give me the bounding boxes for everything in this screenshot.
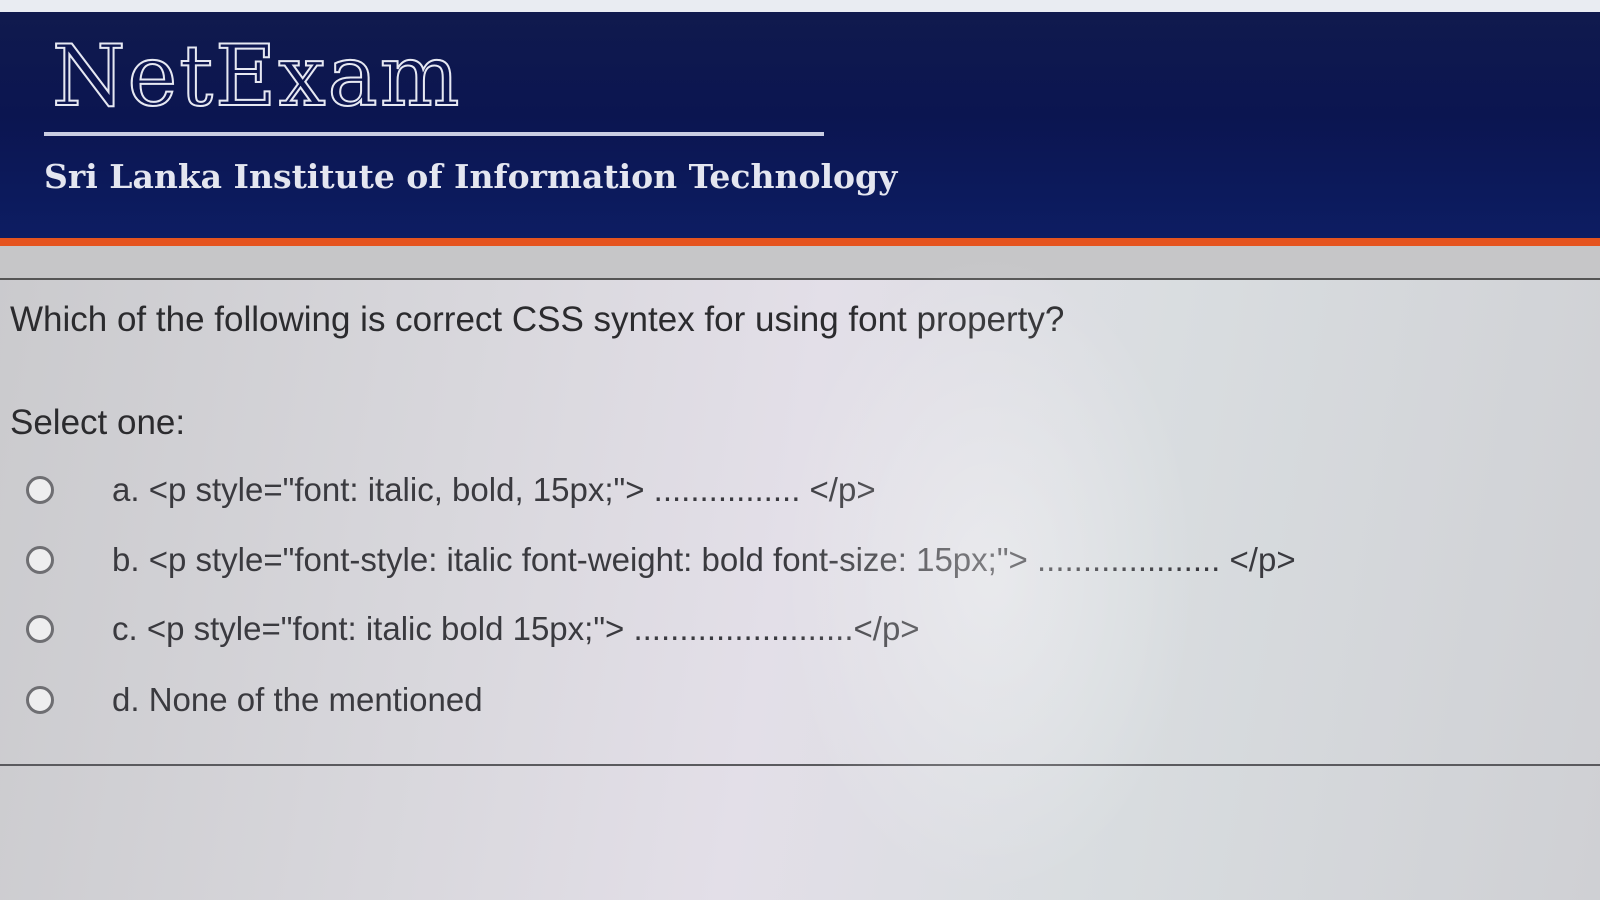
institute-name: Sri Lanka Institute of Information Techn… xyxy=(44,157,898,196)
select-one-prompt: Select one: xyxy=(10,403,186,442)
exam-screen: NetExam Sri Lanka Institute of Informati… xyxy=(0,0,1600,900)
question-info-bar xyxy=(0,246,1600,280)
answer-option-b[interactable]: b. <p style="font-style: italic font-wei… xyxy=(26,538,1296,582)
answer-option-a[interactable]: a. <p style="font: italic, bold, 15px;">… xyxy=(26,468,876,512)
answer-option-d[interactable]: d. None of the mentioned xyxy=(26,678,483,722)
radio-button-icon[interactable] xyxy=(26,476,54,504)
answer-option-label[interactable]: c. <p style="font: italic bold 15px;"> .… xyxy=(112,610,920,648)
answer-option-label[interactable]: b. <p style="font-style: italic font-wei… xyxy=(112,541,1296,579)
brand-logo: NetExam xyxy=(51,27,462,125)
accent-bar xyxy=(0,238,1600,246)
answer-option-label[interactable]: a. <p style="font: italic, bold, 15px;">… xyxy=(112,471,876,509)
radio-button-icon[interactable] xyxy=(26,546,54,574)
monitor-bezel xyxy=(0,0,1600,12)
radio-button-icon[interactable] xyxy=(26,686,54,714)
radio-button-icon[interactable] xyxy=(26,615,54,643)
question-text: Which of the following is correct CSS sy… xyxy=(10,300,1065,339)
answer-option-c[interactable]: c. <p style="font: italic bold 15px;"> .… xyxy=(26,607,920,651)
brand-divider xyxy=(44,132,824,136)
site-header: NetExam Sri Lanka Institute of Informati… xyxy=(0,12,1600,240)
answer-option-label[interactable]: d. None of the mentioned xyxy=(112,681,483,719)
question-bottom-divider xyxy=(0,764,1600,766)
